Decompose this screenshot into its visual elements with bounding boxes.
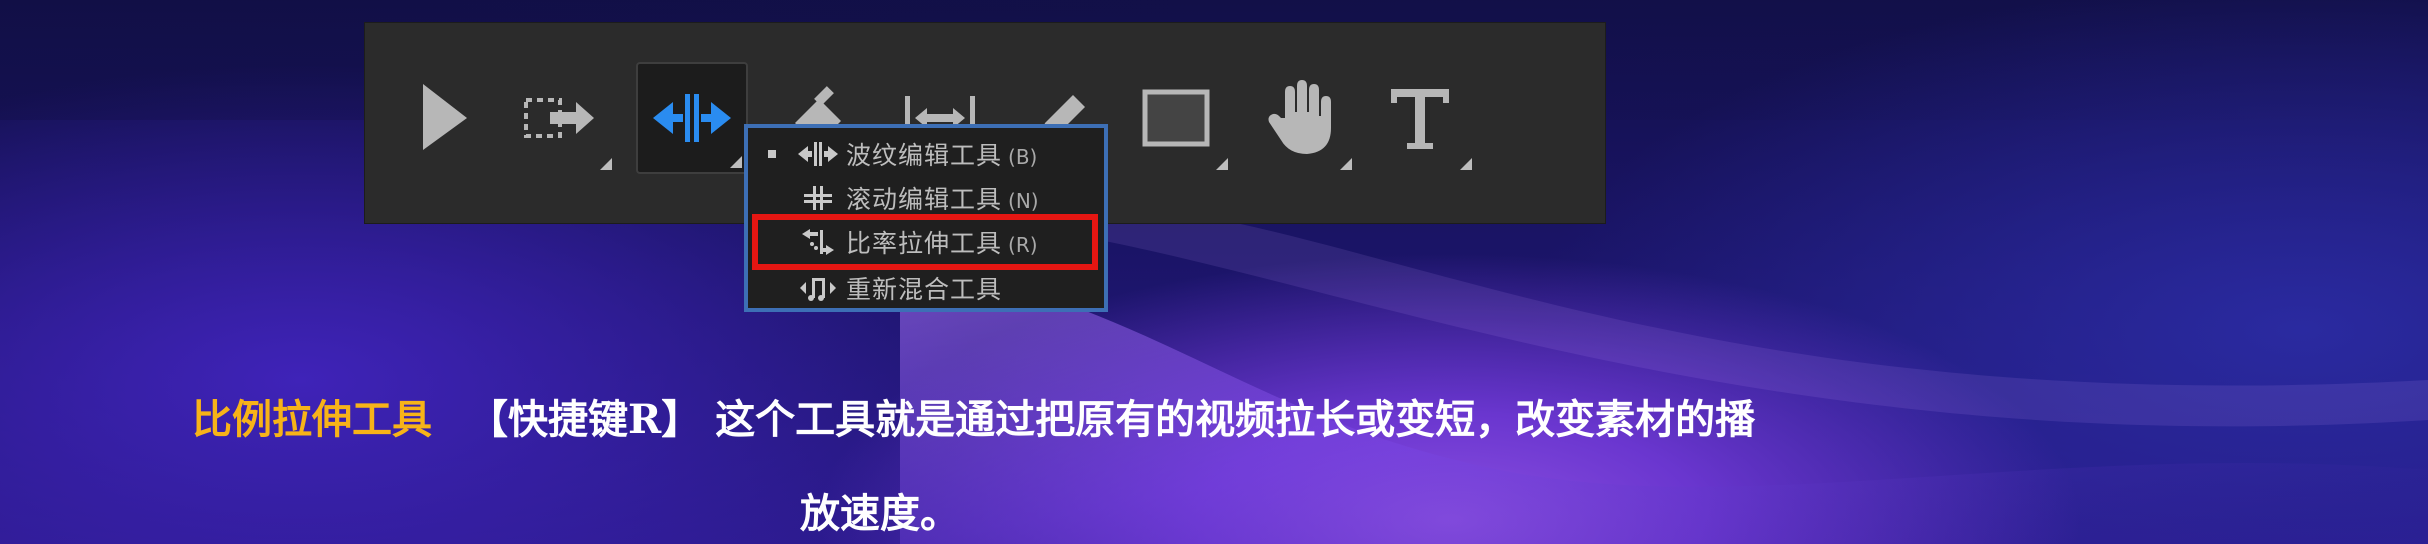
arrow-cursor-icon <box>423 84 467 150</box>
menu-item-label: 波纹编辑工具 (B) <box>846 141 1038 170</box>
rectangle-icon <box>1142 89 1210 147</box>
submenu-corner-icon <box>600 158 612 170</box>
menu-item-remix[interactable]: 重新混合工具 <box>748 266 1104 310</box>
hand-tool-button[interactable] <box>1244 62 1356 174</box>
ripple-edit-icon <box>798 142 838 166</box>
rolling-edit-icon <box>804 186 832 210</box>
submenu-corner-icon <box>730 156 742 168</box>
menu-item-ripple-edit[interactable]: 波纹编辑工具 (B) <box>748 132 1104 176</box>
track-select-tool-button[interactable] <box>504 62 616 174</box>
submenu-corner-icon <box>1460 158 1472 170</box>
submenu-corner-icon <box>1216 158 1228 170</box>
ripple-edit-icon <box>653 94 731 142</box>
type-tool-button[interactable] <box>1364 62 1476 174</box>
caption-line-2: 放速度。 <box>800 490 960 537</box>
slide-background: 波纹编辑工具 (B) 滚动编辑工具 (N) 比率拉伸工具 (R) 重新混合工具 … <box>0 0 2428 544</box>
type-icon <box>1391 89 1449 149</box>
caption-line-1: 比例拉伸工具 【快捷键R】 这个工具就是通过把原有的视频拉长或变短，改变素材的播 <box>192 392 1755 448</box>
selection-tool-button[interactable] <box>388 62 500 174</box>
highlight-box <box>752 214 1098 270</box>
rectangle-tool-button[interactable] <box>1120 62 1232 174</box>
menu-item-label: 重新混合工具 <box>846 275 1003 304</box>
track-select-icon <box>524 98 594 138</box>
caption-tool-name: 比例拉伸工具 <box>192 396 432 443</box>
caption-shortcut: 【快捷键R】 <box>468 396 702 443</box>
submenu-corner-icon <box>1340 158 1352 170</box>
remix-icon <box>800 278 836 301</box>
ripple-edit-tool-button[interactable] <box>636 62 748 174</box>
selected-bullet-icon <box>768 150 776 158</box>
hand-icon <box>1268 80 1331 154</box>
caption-text: 这个工具就是通过把原有的视频拉长或变短，改变素材的播 <box>715 396 1756 443</box>
menu-item-label: 滚动编辑工具 (N) <box>846 185 1039 214</box>
